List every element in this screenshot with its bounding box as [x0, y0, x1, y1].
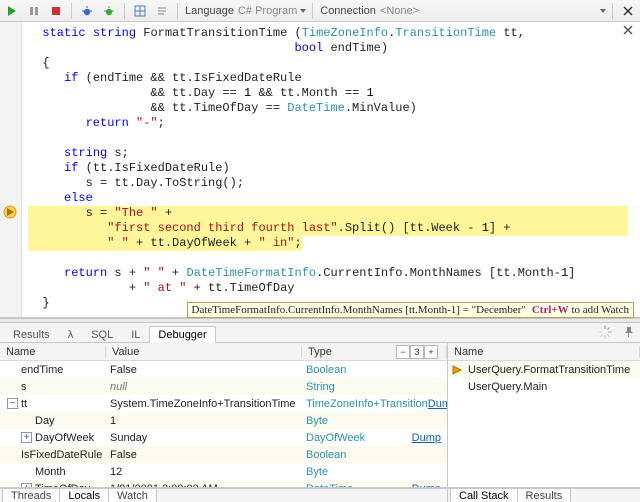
list-item[interactable]: UserQuery.Main	[448, 378, 640, 395]
bottom-tabs-left: Threads Locals Watch	[0, 488, 448, 502]
chevron-down-icon[interactable]	[599, 7, 607, 15]
pin-icon[interactable]	[622, 326, 634, 338]
tab-threads[interactable]: Threads	[2, 489, 60, 502]
col-value[interactable]: Value	[106, 346, 302, 358]
tooltip-shortcut: Ctrl+W	[532, 304, 569, 316]
table-row[interactable]: +TimeOfDay1/01/0001 2:00:00 AMDateTimeDu…	[0, 480, 447, 487]
col-type[interactable]: Type − 3 +	[302, 345, 447, 359]
callstack-grid[interactable]: UserQuery.FormatTransitionTimeUserQuery.…	[448, 361, 640, 487]
tab-lambda[interactable]: λ	[59, 326, 83, 343]
chevron-down-icon[interactable]	[299, 7, 307, 15]
callstack-header: Name	[448, 343, 640, 361]
debug-bug-icon[interactable]	[77, 2, 97, 20]
table-row[interactable]: Month12Byte	[0, 463, 447, 480]
collapse-button[interactable]: −	[396, 345, 410, 359]
tab-results[interactable]: Results	[4, 326, 59, 343]
bottom-tabs-right: Call Stack Results	[448, 488, 640, 502]
table-row[interactable]: endTimeFalseBoolean	[0, 361, 447, 378]
tab-watch[interactable]: Watch	[108, 489, 157, 502]
tab-callstack[interactable]: Call Stack	[450, 489, 518, 502]
results-tabs: Results λ SQL IL Debugger	[0, 323, 640, 343]
table-row[interactable]: −ttSystem.TimeZoneInfo+TransitionTimeTim…	[0, 395, 447, 412]
language-value[interactable]: C# Program	[238, 5, 297, 17]
depth-value[interactable]: 3	[410, 345, 424, 359]
run-button[interactable]	[2, 2, 22, 20]
locals-pane: Name Value Type − 3 + endTimeFalseBoolea…	[0, 343, 448, 487]
locals-header: Name Value Type − 3 +	[0, 343, 447, 361]
connection-label: Connection	[320, 5, 376, 17]
tab-debugger[interactable]: Debugger	[149, 326, 215, 343]
debugger-panes: Name Value Type − 3 + endTimeFalseBoolea…	[0, 343, 640, 487]
tooltip-expr: DateTimeFormatInfo.CurrentInfo.MonthName…	[192, 304, 526, 316]
code-text[interactable]: static string FormatTransitionTime (Time…	[22, 22, 640, 317]
dump-link[interactable]: Dump	[412, 483, 441, 488]
debug-green-icon[interactable]	[99, 2, 119, 20]
connection-value[interactable]: <None>	[380, 5, 419, 17]
table-row[interactable]: +DayOfWeekSundayDayOfWeekDump	[0, 429, 447, 446]
stop-button[interactable]	[46, 2, 66, 20]
tree-toggle[interactable]: −	[7, 398, 18, 409]
tab-locals[interactable]: Locals	[59, 489, 109, 502]
table-row[interactable]: snullString	[0, 378, 447, 395]
list-item[interactable]: UserQuery.FormatTransitionTime	[448, 361, 640, 378]
tree-toggle[interactable]: +	[21, 483, 32, 487]
gutter	[0, 22, 22, 317]
toolbar: Language C# Program Connection <None>	[0, 0, 640, 22]
expand-button[interactable]: +	[424, 345, 438, 359]
col-name[interactable]: Name	[448, 346, 640, 358]
watch-tooltip: DateTimeFormatInfo.CurrentInfo.MonthName…	[187, 302, 634, 318]
grid-icon[interactable]	[130, 2, 150, 20]
col-name[interactable]: Name	[0, 346, 106, 358]
tab-sql[interactable]: SQL	[82, 326, 122, 343]
tree-toggle[interactable]: +	[21, 432, 32, 443]
busy-spinner-icon	[598, 325, 612, 339]
current-frame-arrow-icon	[452, 364, 464, 376]
code-editor[interactable]: static string FormatTransitionTime (Time…	[0, 22, 640, 318]
close-icon[interactable]	[622, 24, 636, 38]
callstack-pane: Name UserQuery.FormatTransitionTimeUserQ…	[448, 343, 640, 487]
dump-link[interactable]: Dump	[412, 432, 441, 444]
pause-button[interactable]	[24, 2, 44, 20]
tab-results-bottom[interactable]: Results	[517, 489, 572, 502]
table-row[interactable]: Day1Byte	[0, 412, 447, 429]
locals-grid[interactable]: endTimeFalseBooleansnullString−ttSystem.…	[0, 361, 447, 487]
current-line-arrow-icon	[3, 205, 17, 219]
text-icon[interactable]	[152, 2, 172, 20]
dump-link[interactable]: Dump	[428, 398, 447, 410]
language-label: Language	[185, 5, 234, 17]
table-row[interactable]: IsFixedDateRuleFalseBoolean	[0, 446, 447, 463]
tab-il[interactable]: IL	[122, 326, 149, 343]
close-icon[interactable]	[618, 2, 638, 20]
